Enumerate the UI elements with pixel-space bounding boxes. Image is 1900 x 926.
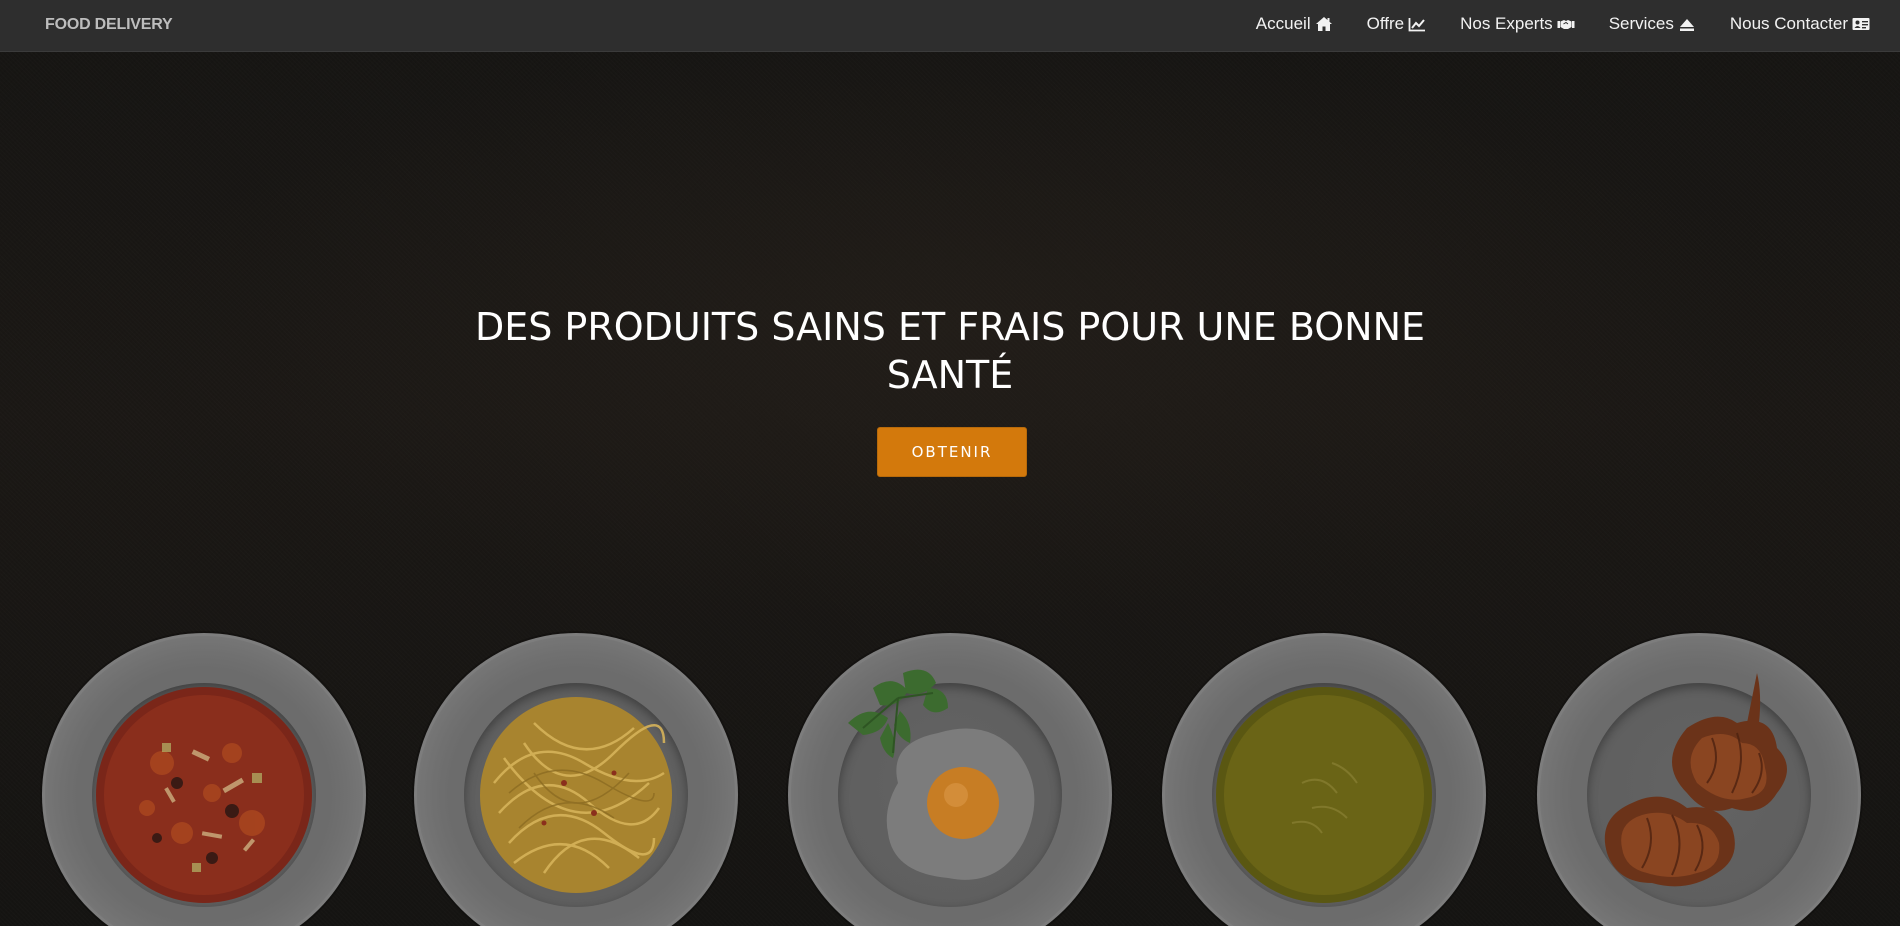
nav-menu: Accueil Offre Nos Experts Services Nous … (1256, 14, 1870, 34)
fried-egg-image (848, 669, 1035, 880)
nav-item-nos-experts[interactable]: Nos Experts (1460, 14, 1575, 34)
hero-title-line2: SANTÉ (886, 353, 1014, 397)
nav-item-label: Accueil (1255, 14, 1311, 33)
nav-item-nous-contacter[interactable]: Nous Contacter (1730, 14, 1870, 34)
plate-cream-soup (1162, 633, 1486, 926)
home-icon (1315, 16, 1333, 32)
nav-item-label: Offre (1366, 14, 1405, 33)
plate-spaghetti (414, 633, 738, 926)
plate-minestrone-soup (42, 633, 366, 926)
hero-title: DES PRODUITS SAINS ET FRAIS POUR UNE BON… (450, 303, 1450, 399)
nav-item-label: Nous Contacter (1729, 14, 1848, 33)
address-card-icon (1852, 16, 1870, 32)
plate-croissants (1537, 633, 1861, 926)
obtenir-button[interactable]: OBTENIR (877, 427, 1027, 477)
dish-plates-row (0, 633, 1900, 926)
hero-title-line1: DES PRODUITS SAINS ET FRAIS POUR UNE BON… (474, 305, 1426, 349)
nav-item-label: Nos Experts (1460, 14, 1553, 33)
page: FOOD DELIVERY Accueil Offre Nos Experts (0, 0, 1900, 926)
nav-item-label: Services (1608, 14, 1674, 33)
spaghetti-image (480, 697, 672, 893)
nav-item-offre[interactable]: Offre (1367, 14, 1426, 34)
eject-icon (1678, 16, 1696, 32)
cream-soup-image (1216, 687, 1432, 903)
croissants-image (1604, 673, 1787, 887)
minestrone-soup-image (96, 687, 312, 903)
nav-item-accueil[interactable]: Accueil (1256, 14, 1333, 34)
plate-fried-egg (788, 633, 1112, 926)
navbar: FOOD DELIVERY Accueil Offre Nos Experts (0, 0, 1900, 52)
brand-logo[interactable]: FOOD DELIVERY (45, 16, 173, 34)
nav-item-services[interactable]: Services (1609, 14, 1696, 34)
handshake-icon (1557, 16, 1575, 32)
chart-line-icon (1408, 16, 1426, 32)
